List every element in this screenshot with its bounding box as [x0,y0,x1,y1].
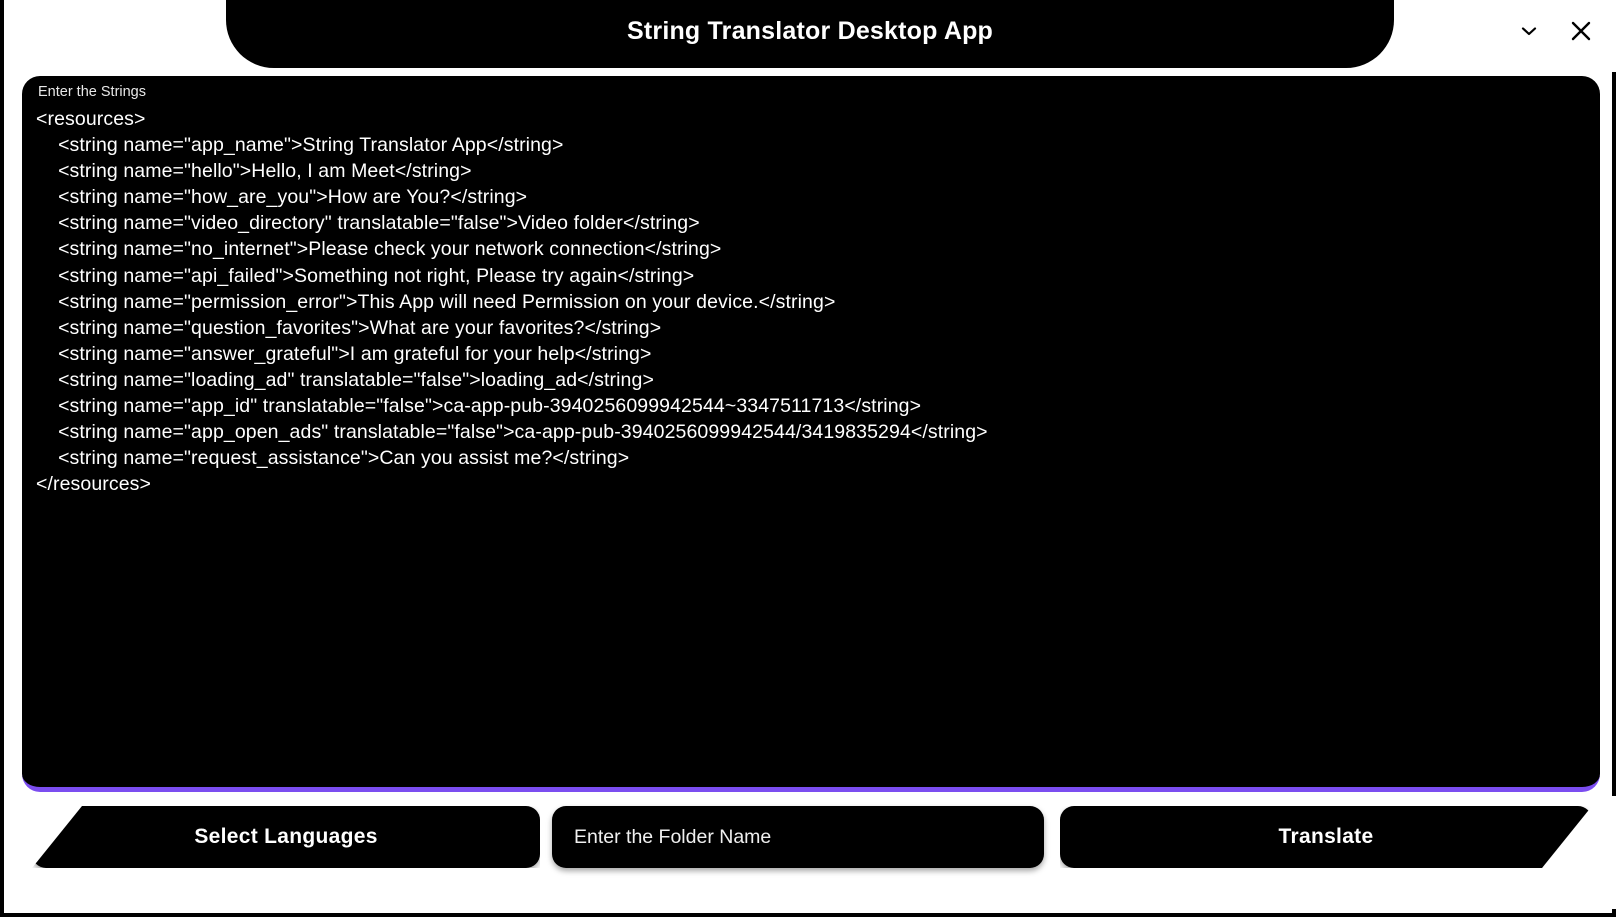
strings-editor-panel[interactable]: Enter the Strings <resources> <string na… [22,76,1600,792]
window-controls [1512,14,1598,48]
title-bar: String Translator Desktop App [4,0,1616,72]
app-window: String Translator Desktop App Enter the … [0,0,1616,917]
title-bar-pill: String Translator Desktop App [226,0,1394,68]
page-title: String Translator Desktop App [626,16,994,45]
strings-editor-input[interactable]: <resources> <string name="app_name">Stri… [36,106,1590,781]
select-languages-button[interactable]: Select Languages [32,806,540,868]
translate-button[interactable]: Translate [1060,806,1592,868]
close-icon[interactable] [1564,14,1598,48]
chevron-down-icon[interactable] [1512,14,1546,48]
folder-name-input[interactable] [552,806,1044,868]
strings-editor-label: Enter the Strings [38,84,146,100]
bottom-action-bar: Select Languages Translate [4,796,1616,909]
